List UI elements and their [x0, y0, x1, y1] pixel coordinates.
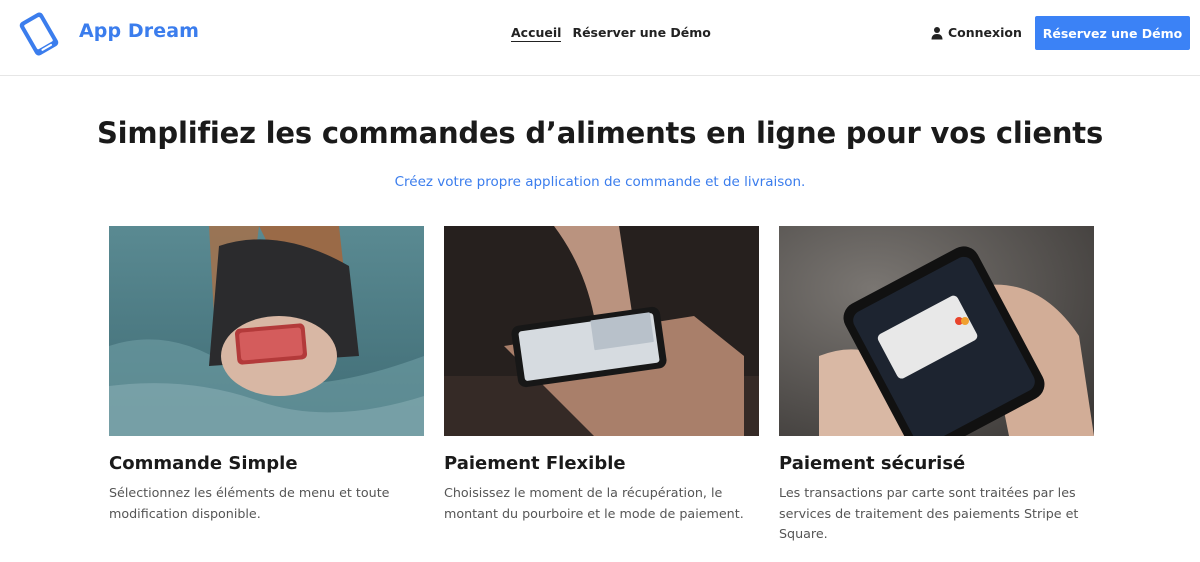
- book-demo-button[interactable]: Réservez une Démo: [1035, 16, 1190, 50]
- feature-title: Paiement Flexible: [444, 453, 626, 474]
- feature-description: Les transactions par carte sont traitées…: [779, 485, 1079, 541]
- phone-in-bed-image: [109, 226, 424, 436]
- brand-name[interactable]: App Dream: [79, 20, 199, 42]
- feature-title: Commande Simple: [109, 453, 298, 474]
- tablet-logo-icon[interactable]: [14, 9, 64, 59]
- page-subtitle: Créez votre propre application de comman…: [394, 174, 806, 190]
- feature-description: Sélectionnez les éléments de menu et tou…: [109, 485, 390, 521]
- typing-on-phone-image: [444, 226, 759, 436]
- page-title: Simplifiez les commandes d’aliments en l…: [96, 116, 1104, 150]
- user-icon: [931, 26, 943, 39]
- login-link[interactable]: Connexion: [930, 25, 1022, 40]
- nav-item-accueil[interactable]: Accueil: [511, 25, 562, 42]
- nav-item-reserver-demo[interactable]: Réserver une Démo: [572, 25, 710, 42]
- feature-card-paiement-securise: Paiement sécurisé Les transactions par c…: [779, 226, 1094, 545]
- login-label: Connexion: [948, 25, 1022, 40]
- feature-title: Paiement sécurisé: [779, 453, 966, 474]
- feature-description: Choisissez le moment de la récupération,…: [444, 485, 744, 521]
- site-header: App Dream Accueil Réserver une Démo Conn…: [0, 0, 1200, 76]
- main-nav: Accueil Réserver une Démo: [511, 25, 711, 42]
- feature-card-paiement-flexible: Paiement Flexible Choisissez le moment d…: [444, 226, 759, 524]
- google-pay-phone-image: [779, 226, 1094, 436]
- feature-card-commande-simple: Commande Simple Sélectionnez les élément…: [109, 226, 424, 524]
